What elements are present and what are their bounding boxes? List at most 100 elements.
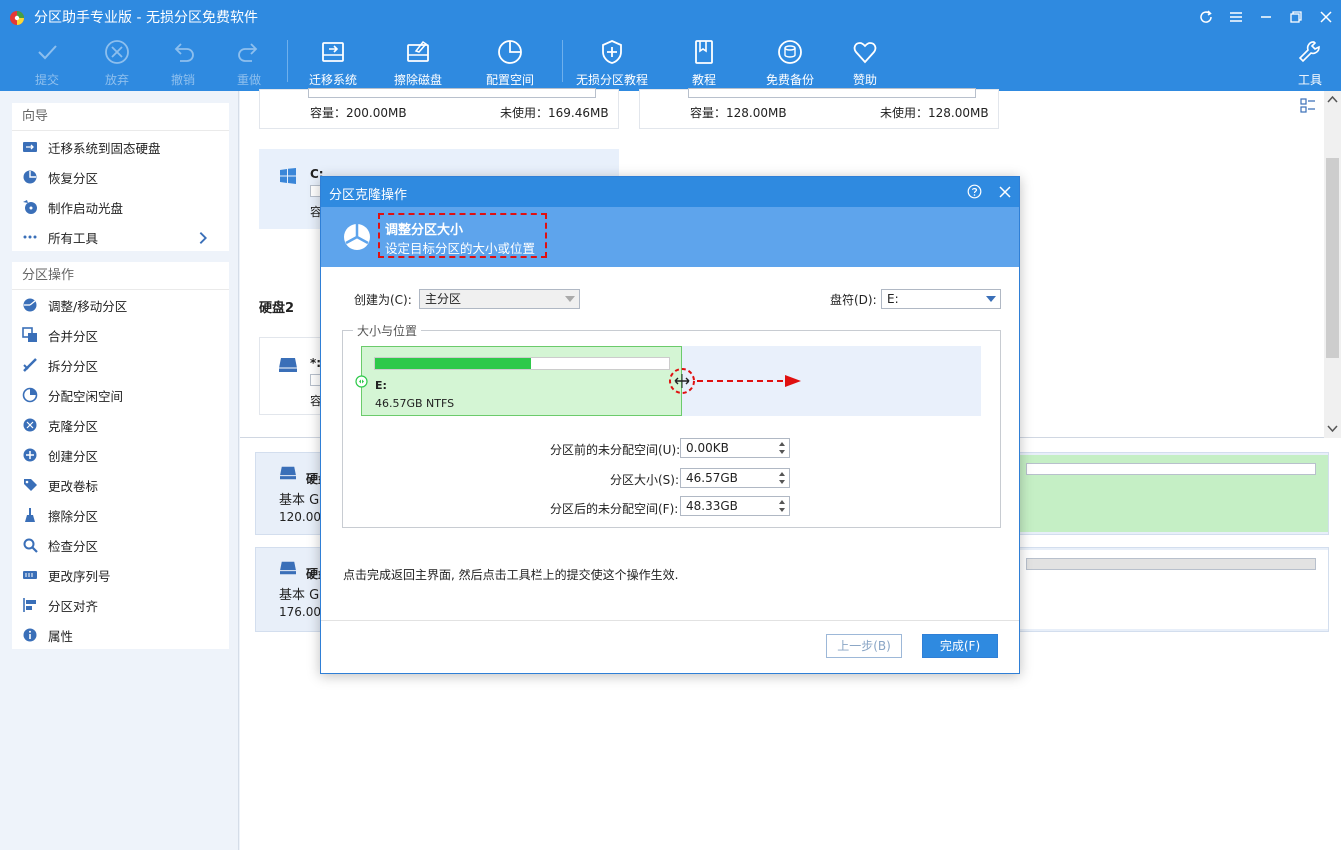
chevron-down-icon (986, 296, 996, 302)
create-icon (23, 448, 37, 462)
partition-block[interactable]: E: 46.57GB NTFS (361, 346, 682, 416)
partition-card[interactable]: 容量：128.00MB 未使用：128.00MB (639, 88, 999, 129)
free-backup-button[interactable]: 免费备份 (759, 34, 821, 91)
wipe-disk-button[interactable]: 擦除磁盘 (387, 34, 449, 91)
tutorial-button[interactable]: 教程 (681, 34, 727, 91)
migrate-os-button[interactable]: 迁移系统 (302, 34, 364, 91)
sponsor-label: 赞助 (852, 73, 877, 87)
sidebar-item-allocate-free[interactable]: 分配空闲空间 (12, 380, 229, 410)
wipe-disk-label: 擦除磁盘 (393, 73, 442, 87)
top-bar: 分区助手专业版 - 无损分区免费软件 提交 放弃 撤销 重做 迁移系统 擦除磁盘… (0, 0, 1341, 91)
disk-size: 176.00( (279, 605, 326, 619)
redo-label: 重做 (236, 73, 261, 87)
resize-handle-drag-icon[interactable] (667, 367, 807, 395)
sidebar-item-make-bootable[interactable]: 制作启动光盘 (12, 192, 229, 222)
sidebar-item-migrate-ssd[interactable]: 迁移系统到固态硬盘 (12, 132, 229, 162)
partition-block[interactable] (1020, 550, 1328, 629)
size-position-group: 大小与位置 E: 46.57GB NTFS 分区前的未分配空间(U): 0.00… (342, 322, 1001, 528)
partition-info: 46.57GB NTFS (375, 397, 455, 410)
spinner-arrows-icon[interactable] (775, 469, 789, 487)
sidebar-item-label: 迁移系统到固态硬盘 (48, 140, 161, 156)
spinner-arrows-icon[interactable] (775, 439, 789, 457)
sidebar-item-change-label[interactable]: 更改卷标 (12, 470, 229, 500)
shield-icon (602, 40, 622, 64)
free-backup-label: 免费备份 (765, 73, 814, 87)
usage-bar (688, 88, 976, 98)
menu-button[interactable] (1221, 0, 1251, 34)
capacity-text: 容量：128.00MB (690, 106, 787, 120)
allocate-space-label: 配置空间 (485, 73, 534, 87)
sidebar-item-wipe[interactable]: 擦除分区 (12, 500, 229, 530)
recover-icon (23, 170, 37, 184)
create-as-select[interactable]: 主分区 (419, 289, 580, 309)
before-spinbox[interactable]: 0.00KB (680, 438, 790, 458)
close-button[interactable] (1311, 0, 1341, 34)
sidebar-item-label: 合并分区 (48, 328, 99, 344)
sidebar-item-merge[interactable]: 合并分区 (12, 320, 229, 350)
allocate-icon (22, 387, 38, 403)
partition-name: E: (375, 379, 387, 392)
chevron-down-icon (565, 296, 575, 302)
usage-fill (375, 358, 531, 369)
serial-icon (23, 571, 37, 579)
dialog-close-icon[interactable] (998, 185, 1012, 199)
scrollbar-thumb[interactable] (1326, 158, 1339, 358)
undo-label: 撤销 (170, 73, 195, 87)
allocate-space-button[interactable]: 配置空间 (479, 34, 541, 91)
tutorial-lossless-button[interactable]: 无损分区教程 (574, 34, 650, 91)
sidebar-item-all-tools[interactable]: 所有工具 (12, 222, 229, 252)
toolbar: 提交 放弃 撤销 重做 迁移系统 擦除磁盘 配置空间 无损分区教程 教程 免费备… (0, 34, 1341, 91)
spinner-arrows-icon[interactable] (775, 497, 789, 515)
after-spinbox[interactable]: 48.33GB (680, 496, 790, 516)
heart-icon (853, 42, 877, 64)
sidebar-item-label: 克隆分区 (48, 418, 99, 434)
restore-button[interactable] (1281, 0, 1311, 34)
usage-bar (374, 357, 670, 370)
scroll-up-icon[interactable] (1327, 95, 1338, 104)
sidebar-item-label: 擦除分区 (48, 508, 99, 524)
sidebar-item-resize-move[interactable]: 调整/移动分区 (12, 290, 229, 320)
sidebar-item-recover-partition[interactable]: 恢复分区 (12, 162, 229, 192)
resize-partition-icon (344, 224, 370, 250)
finish-button[interactable]: 完成(F) (922, 634, 998, 658)
left-handle-icon[interactable] (355, 375, 368, 388)
partition-block[interactable] (1020, 455, 1328, 532)
tutorial-label: 教程 (691, 73, 716, 87)
tag-icon (24, 479, 37, 491)
wizard-panel: 向导 迁移系统到固态硬盘 恢复分区 制作启动光盘 所有工具 (12, 103, 229, 251)
sidebar: 向导 迁移系统到固态硬盘 恢复分区 制作启动光盘 所有工具 分区操作 调整/移动… (0, 91, 239, 850)
free-text: 未使用：169.46MB (500, 106, 609, 120)
sidebar-item-align[interactable]: 分区对齐 (12, 590, 229, 620)
info-icon (23, 628, 37, 642)
migrate-ssd-icon (23, 142, 37, 152)
drive-letter-select[interactable]: E: (881, 289, 1001, 309)
sidebar-item-split[interactable]: 拆分分区 (12, 350, 229, 380)
partition-ops-title: 分区操作 (12, 262, 229, 290)
tools-button[interactable]: 工具 (1290, 34, 1330, 91)
minimize-button[interactable] (1251, 0, 1281, 34)
redo-button[interactable]: 重做 (224, 34, 274, 91)
help-icon[interactable] (967, 184, 982, 199)
wipe-disk-icon (407, 40, 429, 62)
sidebar-item-change-serial[interactable]: 更改序列号 (12, 560, 229, 590)
discard-button[interactable]: 放弃 (92, 34, 142, 91)
migrate-os-icon (322, 42, 344, 62)
view-toggle-icon[interactable] (1300, 98, 1316, 114)
sidebar-item-clone[interactable]: 克隆分区 (12, 410, 229, 440)
partition-card[interactable]: 容量：200.00MB 未使用：169.46MB (259, 88, 619, 129)
size-spinbox[interactable]: 46.57GB (680, 468, 790, 488)
sidebar-item-create[interactable]: 创建分区 (12, 440, 229, 470)
submit-button[interactable]: 提交 (22, 34, 72, 91)
disk2-title: 硬盘2 (259, 301, 295, 316)
menu-icon (1230, 12, 1242, 22)
scroll-down-icon[interactable] (1327, 424, 1338, 433)
refresh-button[interactable] (1191, 0, 1221, 34)
prev-button[interactable]: 上一步(B) (826, 634, 902, 658)
undo-button[interactable]: 撤销 (158, 34, 208, 91)
drive-icon (280, 466, 296, 480)
drive-letter-value: E: (887, 292, 899, 306)
partition-card-disk2[interactable]: *: 容 (259, 337, 324, 415)
sponsor-button[interactable]: 赞助 (842, 34, 888, 91)
sidebar-item-properties[interactable]: 属性 (12, 620, 229, 650)
sidebar-item-check[interactable]: 检查分区 (12, 530, 229, 560)
